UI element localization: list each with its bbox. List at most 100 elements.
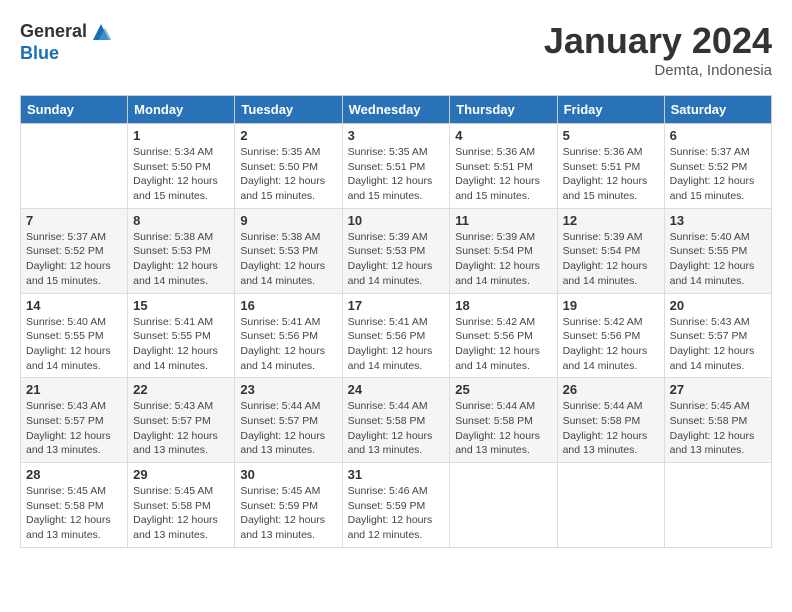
day-info: Sunrise: 5:44 AM Sunset: 5:57 PM Dayligh… <box>240 399 336 458</box>
day-number: 14 <box>26 298 122 313</box>
day-number: 23 <box>240 382 336 397</box>
day-info: Sunrise: 5:36 AM Sunset: 5:51 PM Dayligh… <box>455 145 551 204</box>
calendar-cell: 18Sunrise: 5:42 AM Sunset: 5:56 PM Dayli… <box>450 293 557 378</box>
day-number: 5 <box>563 128 659 143</box>
calendar-cell: 31 Sunrise: 5:46 AM Sunset: 5:59 PM Dayli… <box>342 463 450 548</box>
day-info: Sunrise: 5:37 AM Sunset: 5:52 PM Dayligh… <box>670 145 766 204</box>
calendar-cell: 10Sunrise: 5:39 AM Sunset: 5:53 PM Dayli… <box>342 208 450 293</box>
title-block: January 2024 Demta, Indonesia <box>544 20 772 79</box>
weekday-header: Sunday <box>21 96 128 124</box>
day-info: Sunrise: 5:35 AM Sunset: 5:50 PM Dayligh… <box>240 145 336 204</box>
calendar-cell: 12 Sunrise: 5:39 AM Sunset: 5:54 PM Dayli… <box>557 208 664 293</box>
weekday-header: Friday <box>557 96 664 124</box>
weekday-header: Tuesday <box>235 96 342 124</box>
day-info: Sunrise: 5:41 AM Sunset: 5:56 PM Dayligh… <box>240 315 336 374</box>
day-info: Sunrise: 5:43 AM Sunset: 5:57 PM Dayligh… <box>670 315 766 374</box>
location-text: Demta, Indonesia <box>544 62 772 79</box>
weekday-header: Monday <box>128 96 235 124</box>
logo-blue-text: Blue <box>20 44 113 64</box>
day-info: Sunrise: 5:44 AM Sunset: 5:58 PM Dayligh… <box>455 399 551 458</box>
day-number: 10 <box>348 213 445 228</box>
page-header: General Blue January 2024 Demta, Indones… <box>20 20 772 79</box>
day-info: Sunrise: 5:42 AM Sunset: 5:56 PM Dayligh… <box>455 315 551 374</box>
calendar-cell: 13Sunrise: 5:40 AM Sunset: 5:55 PM Dayli… <box>664 208 771 293</box>
calendar-cell: 28Sunrise: 5:45 AM Sunset: 5:58 PM Dayli… <box>21 463 128 548</box>
calendar-cell: 29 Sunrise: 5:45 AM Sunset: 5:58 PM Dayli… <box>128 463 235 548</box>
day-number: 22 <box>133 382 229 397</box>
calendar-cell: 6 Sunrise: 5:37 AM Sunset: 5:52 PM Daylig… <box>664 124 771 209</box>
day-number: 7 <box>26 213 122 228</box>
day-info: Sunrise: 5:44 AM Sunset: 5:58 PM Dayligh… <box>563 399 659 458</box>
calendar-cell: 30 Sunrise: 5:45 AM Sunset: 5:59 PM Dayli… <box>235 463 342 548</box>
day-number: 17 <box>348 298 445 313</box>
weekday-header: Thursday <box>450 96 557 124</box>
day-info: Sunrise: 5:46 AM Sunset: 5:59 PM Dayligh… <box>348 484 445 543</box>
calendar-cell: 2Sunrise: 5:35 AM Sunset: 5:50 PM Daylig… <box>235 124 342 209</box>
calendar-cell: 1Sunrise: 5:34 AM Sunset: 5:50 PM Daylig… <box>128 124 235 209</box>
calendar-week-row: 7 Sunrise: 5:37 AM Sunset: 5:52 PM Daylig… <box>21 208 772 293</box>
month-title: January 2024 <box>544 20 772 62</box>
day-number: 30 <box>240 467 336 482</box>
day-info: Sunrise: 5:40 AM Sunset: 5:55 PM Dayligh… <box>26 315 122 374</box>
calendar-cell: 20 Sunrise: 5:43 AM Sunset: 5:57 PM Dayli… <box>664 293 771 378</box>
calendar-cell <box>664 463 771 548</box>
day-info: Sunrise: 5:45 AM Sunset: 5:58 PM Dayligh… <box>133 484 229 543</box>
calendar-header-row: SundayMondayTuesdayWednesdayThursdayFrid… <box>21 96 772 124</box>
calendar-cell: 22 Sunrise: 5:43 AM Sunset: 5:57 PM Dayli… <box>128 378 235 463</box>
day-number: 3 <box>348 128 445 143</box>
calendar-cell: 11Sunrise: 5:39 AM Sunset: 5:54 PM Dayli… <box>450 208 557 293</box>
calendar-cell: 14 Sunrise: 5:40 AM Sunset: 5:55 PM Dayli… <box>21 293 128 378</box>
day-number: 25 <box>455 382 551 397</box>
day-number: 11 <box>455 213 551 228</box>
calendar-cell: 9 Sunrise: 5:38 AM Sunset: 5:53 PM Daylig… <box>235 208 342 293</box>
calendar-cell: 23 Sunrise: 5:44 AM Sunset: 5:57 PM Dayli… <box>235 378 342 463</box>
day-info: Sunrise: 5:43 AM Sunset: 5:57 PM Dayligh… <box>133 399 229 458</box>
day-info: Sunrise: 5:39 AM Sunset: 5:54 PM Dayligh… <box>563 230 659 289</box>
day-number: 21 <box>26 382 122 397</box>
calendar-week-row: 14 Sunrise: 5:40 AM Sunset: 5:55 PM Dayli… <box>21 293 772 378</box>
logo: General Blue <box>20 20 113 64</box>
day-number: 12 <box>563 213 659 228</box>
day-info: Sunrise: 5:43 AM Sunset: 5:57 PM Dayligh… <box>26 399 122 458</box>
day-number: 31 <box>348 467 445 482</box>
calendar-cell: 3 Sunrise: 5:35 AM Sunset: 5:51 PM Daylig… <box>342 124 450 209</box>
calendar-cell: 4 Sunrise: 5:36 AM Sunset: 5:51 PM Daylig… <box>450 124 557 209</box>
calendar-week-row: 1Sunrise: 5:34 AM Sunset: 5:50 PM Daylig… <box>21 124 772 209</box>
day-number: 16 <box>240 298 336 313</box>
calendar-week-row: 21 Sunrise: 5:43 AM Sunset: 5:57 PM Dayli… <box>21 378 772 463</box>
day-info: Sunrise: 5:37 AM Sunset: 5:52 PM Dayligh… <box>26 230 122 289</box>
calendar-cell: 25 Sunrise: 5:44 AM Sunset: 5:58 PM Dayli… <box>450 378 557 463</box>
weekday-header: Wednesday <box>342 96 450 124</box>
day-info: Sunrise: 5:42 AM Sunset: 5:56 PM Dayligh… <box>563 315 659 374</box>
calendar-cell: 21 Sunrise: 5:43 AM Sunset: 5:57 PM Dayli… <box>21 378 128 463</box>
day-info: Sunrise: 5:45 AM Sunset: 5:59 PM Dayligh… <box>240 484 336 543</box>
calendar-body: 1Sunrise: 5:34 AM Sunset: 5:50 PM Daylig… <box>21 124 772 548</box>
day-info: Sunrise: 5:44 AM Sunset: 5:58 PM Dayligh… <box>348 399 445 458</box>
day-number: 29 <box>133 467 229 482</box>
calendar-cell: 19Sunrise: 5:42 AM Sunset: 5:56 PM Dayli… <box>557 293 664 378</box>
calendar-cell: 17 Sunrise: 5:41 AM Sunset: 5:56 PM Dayli… <box>342 293 450 378</box>
logo-general-text: General <box>20 22 87 42</box>
day-number: 13 <box>670 213 766 228</box>
day-info: Sunrise: 5:35 AM Sunset: 5:51 PM Dayligh… <box>348 145 445 204</box>
logo-icon <box>89 20 113 44</box>
day-number: 9 <box>240 213 336 228</box>
day-number: 28 <box>26 467 122 482</box>
day-number: 8 <box>133 213 229 228</box>
day-number: 27 <box>670 382 766 397</box>
day-info: Sunrise: 5:36 AM Sunset: 5:51 PM Dayligh… <box>563 145 659 204</box>
day-number: 20 <box>670 298 766 313</box>
calendar-week-row: 28 Sunrise: 5:45 AM Sunset: 5:58 PM Dayli… <box>21 463 772 548</box>
day-number: 15 <box>133 298 229 313</box>
day-number: 6 <box>670 128 766 143</box>
day-number: 4 <box>455 128 551 143</box>
calendar-cell <box>450 463 557 548</box>
day-info: Sunrise: 5:38 AM Sunset: 5:53 PM Dayligh… <box>240 230 336 289</box>
day-info: Sunrise: 5:41 AM Sunset: 5:55 PM Dayligh… <box>133 315 229 374</box>
calendar-cell: 8Sunrise: 5:38 AM Sunset: 5:53 PM Daylig… <box>128 208 235 293</box>
day-number: 26 <box>563 382 659 397</box>
day-info: Sunrise: 5:41 AM Sunset: 5:56 PM Dayligh… <box>348 315 445 374</box>
calendar-cell <box>557 463 664 548</box>
calendar-cell: 16 Sunrise: 5:41 AM Sunset: 5:56 PM Dayli… <box>235 293 342 378</box>
calendar-cell: 27Sunrise: 5:45 AM Sunset: 5:58 PM Dayli… <box>664 378 771 463</box>
